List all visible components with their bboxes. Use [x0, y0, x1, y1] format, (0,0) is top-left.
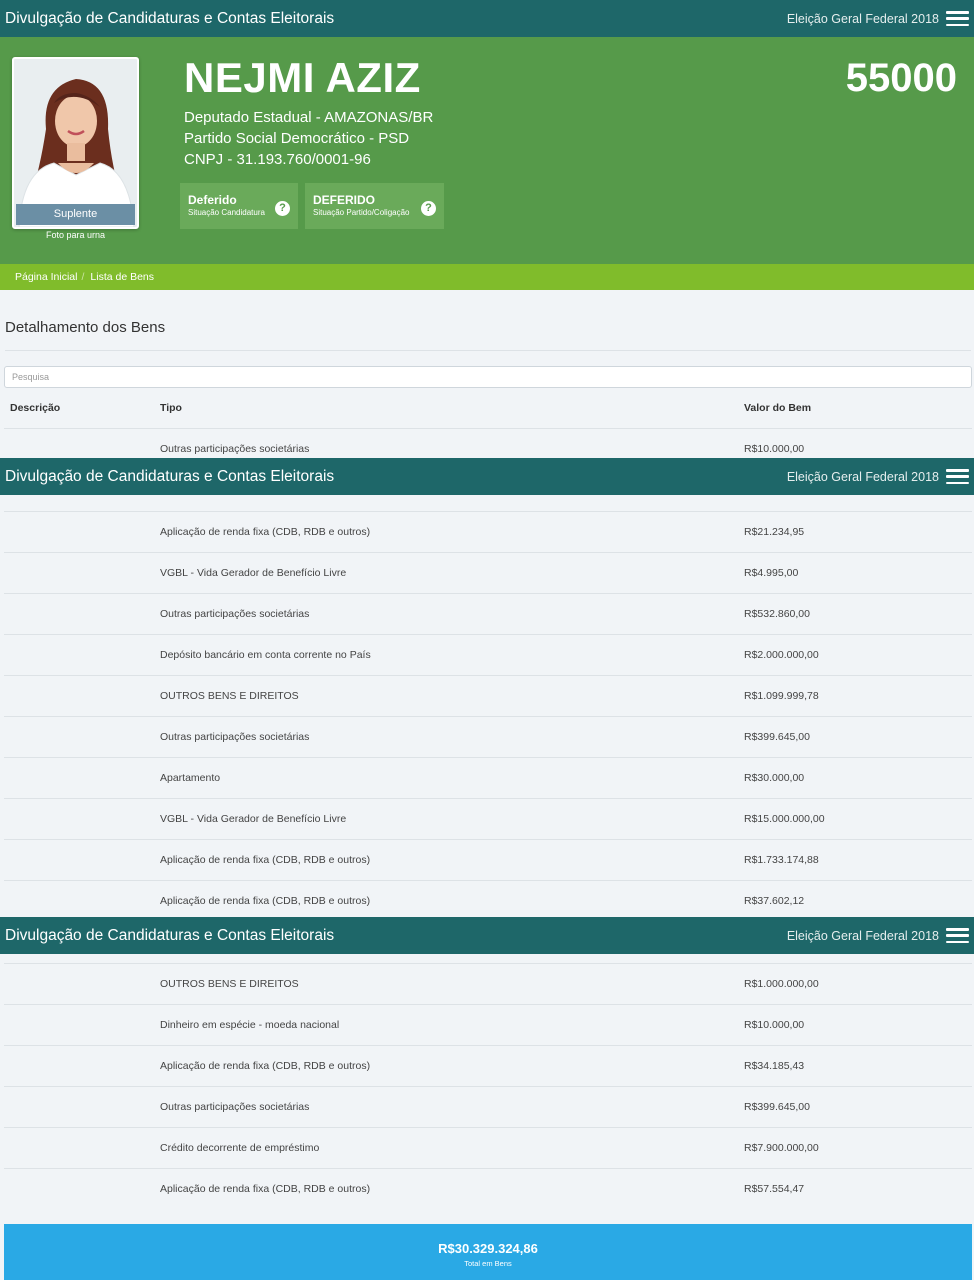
cell-tipo: Aplicação de renda fixa (CDB, RDB e outr…: [160, 1183, 371, 1195]
table-row[interactable]: Outras participações societárias R$532.86…: [4, 593, 972, 634]
cell-valor: R$1.000.000,00: [744, 978, 819, 990]
cell-valor: R$4.995,00: [744, 567, 799, 579]
candidate-party: Partido Social Democrático - PSD: [184, 130, 410, 147]
table-row[interactable]: OUTROS BENS E DIREITOS R$1.099.999,78: [4, 675, 972, 716]
cell-valor: R$34.185,43: [744, 1060, 805, 1072]
table-row[interactable]: Outras participações societárias R$399.64…: [4, 1086, 972, 1127]
breadcrumb: Página Inicial / Lista de Bens: [0, 264, 974, 290]
column-header-tipo[interactable]: Tipo: [160, 402, 182, 414]
total-assets-box: R$30.329.324,86 Total em Bens: [4, 1224, 972, 1280]
table-row[interactable]: Aplicação de renda fixa (CDB, RDB e outr…: [4, 511, 972, 552]
column-header-valor[interactable]: Valor do Bem: [744, 402, 811, 414]
status-partido: DEFERIDO Situação Partido/Coligação ?: [305, 183, 444, 229]
cell-tipo: Outras participações societárias: [160, 731, 310, 743]
table-row[interactable]: Crédito decorrente de empréstimo R$7.900.…: [4, 1127, 972, 1168]
top-navbar: Divulgação de Candidaturas e Contas Elei…: [0, 458, 974, 495]
candidate-portrait-image: [14, 59, 137, 227]
cell-tipo: Crédito decorrente de empréstimo: [160, 1142, 320, 1154]
status-partido-title: DEFERIDO: [313, 193, 376, 207]
search-input[interactable]: [4, 366, 972, 388]
cell-valor: R$37.602,12: [744, 895, 805, 907]
total-label: Total em Bens: [464, 1259, 512, 1268]
cell-valor: R$532.860,00: [744, 608, 810, 620]
site-title[interactable]: Divulgação de Candidaturas e Contas Elei…: [5, 927, 334, 945]
status-partido-label: Situação Partido/Coligação: [313, 208, 410, 217]
status-candidatura: Deferido Situação Candidatura ?: [180, 183, 298, 229]
cell-valor: R$1.099.999,78: [744, 690, 819, 702]
election-label: Eleição Geral Federal 2018: [786, 928, 939, 943]
breadcrumb-separator: /: [81, 271, 85, 283]
table-row[interactable]: Aplicação de renda fixa (CDB, RDB e outr…: [4, 1168, 972, 1209]
candidate-number: 55000: [845, 56, 957, 100]
menu-icon[interactable]: [946, 928, 969, 943]
cell-tipo: OUTROS BENS E DIREITOS: [160, 978, 299, 990]
cell-valor: R$1.733.174,88: [744, 854, 819, 866]
table-row[interactable]: Outras participações societárias R$399.64…: [4, 716, 972, 757]
photo-caption: Foto para urna: [45, 230, 106, 240]
breadcrumb-current: Lista de Bens: [90, 271, 155, 283]
cell-valor: R$399.645,00: [744, 731, 810, 743]
candidate-role: Deputado Estadual - AMAZONAS/BR: [184, 109, 434, 126]
table-row[interactable]: Dinheiro em espécie - moeda nacional R$10…: [4, 1004, 972, 1045]
site-title[interactable]: Divulgação de Candidaturas e Contas Elei…: [5, 468, 334, 486]
cell-tipo: VGBL - Vida Gerador de Benefício Livre: [160, 567, 347, 579]
suplente-badge: Suplente: [16, 204, 135, 225]
cell-valor: R$57.554,47: [744, 1183, 805, 1195]
table-row[interactable]: Aplicação de renda fixa (CDB, RDB e outr…: [4, 839, 972, 880]
table-row[interactable]: Aplicação de renda fixa (CDB, RDB e outr…: [4, 880, 972, 921]
section-divider: [5, 350, 971, 351]
cell-valor: R$399.645,00: [744, 1101, 810, 1113]
cell-tipo: VGBL - Vida Gerador de Benefício Livre: [160, 813, 347, 825]
cell-valor: R$10.000,00: [744, 1019, 805, 1031]
cell-tipo: Aplicação de renda fixa (CDB, RDB e outr…: [160, 895, 371, 907]
cell-tipo: Dinheiro em espécie - moeda nacional: [160, 1019, 340, 1031]
cell-tipo: Aplicação de renda fixa (CDB, RDB e outr…: [160, 1060, 371, 1072]
help-icon[interactable]: ?: [275, 201, 290, 216]
cell-valor: R$10.000,00: [744, 443, 805, 455]
menu-icon[interactable]: [946, 11, 969, 26]
help-icon[interactable]: ?: [421, 201, 436, 216]
candidate-info: Deputado Estadual - AMAZONAS/BR Partido …: [184, 107, 433, 170]
cell-tipo: Outras participações societárias: [160, 608, 310, 620]
cell-valor: R$2.000.000,00: [744, 649, 819, 661]
table-row[interactable]: VGBL - Vida Gerador de Benefício Livre R$…: [4, 798, 972, 839]
candidate-name: NEJMI AZIZ: [184, 54, 421, 101]
table-row[interactable]: Apartamento R$30.000,00: [4, 757, 972, 798]
total-amount: R$30.329.324,86: [438, 1241, 538, 1256]
election-label: Eleição Geral Federal 2018: [786, 11, 939, 26]
candidate-photo: Suplente: [12, 57, 139, 229]
table-row[interactable]: Aplicação de renda fixa (CDB, RDB e outr…: [4, 1045, 972, 1086]
column-header-descricao[interactable]: Descrição: [10, 402, 60, 414]
cell-tipo: Aplicação de renda fixa (CDB, RDB e outr…: [160, 526, 371, 538]
election-label: Eleição Geral Federal 2018: [786, 469, 939, 484]
cell-tipo: Apartamento: [160, 772, 221, 784]
cell-tipo: Outras participações societárias: [160, 443, 310, 455]
cell-tipo: OUTROS BENS E DIREITOS: [160, 690, 299, 702]
cell-tipo: Aplicação de renda fixa (CDB, RDB e outr…: [160, 854, 371, 866]
cell-tipo: Depósito bancário em conta corrente no P…: [160, 649, 371, 661]
top-navbar: Divulgação de Candidaturas e Contas Elei…: [0, 0, 974, 37]
table-row[interactable]: VGBL - Vida Gerador de Benefício Livre R$…: [4, 552, 972, 593]
table-row[interactable]: Depósito bancário em conta corrente no P…: [4, 634, 972, 675]
top-navbar: Divulgação de Candidaturas e Contas Elei…: [0, 917, 974, 954]
menu-icon[interactable]: [946, 469, 969, 484]
site-title[interactable]: Divulgação de Candidaturas e Contas Elei…: [5, 10, 334, 28]
cell-tipo: Outras participações societárias: [160, 1101, 310, 1113]
cell-valor: R$7.900.000,00: [744, 1142, 819, 1154]
cell-valor: R$21.234,95: [744, 526, 805, 538]
table-row[interactable]: OUTROS BENS E DIREITOS R$1.000.000,00: [4, 963, 972, 1004]
cell-valor: R$15.000.000,00: [744, 813, 825, 825]
section-title: Detalhamento dos Bens: [5, 319, 166, 336]
cell-valor: R$30.000,00: [744, 772, 805, 784]
breadcrumb-home-link[interactable]: Página Inicial: [15, 271, 77, 283]
candidate-cnpj: CNPJ - 31.193.760/0001-96: [184, 151, 371, 168]
candidate-header: Suplente Foto para urna NEJMI AZIZ Deput…: [0, 37, 974, 264]
